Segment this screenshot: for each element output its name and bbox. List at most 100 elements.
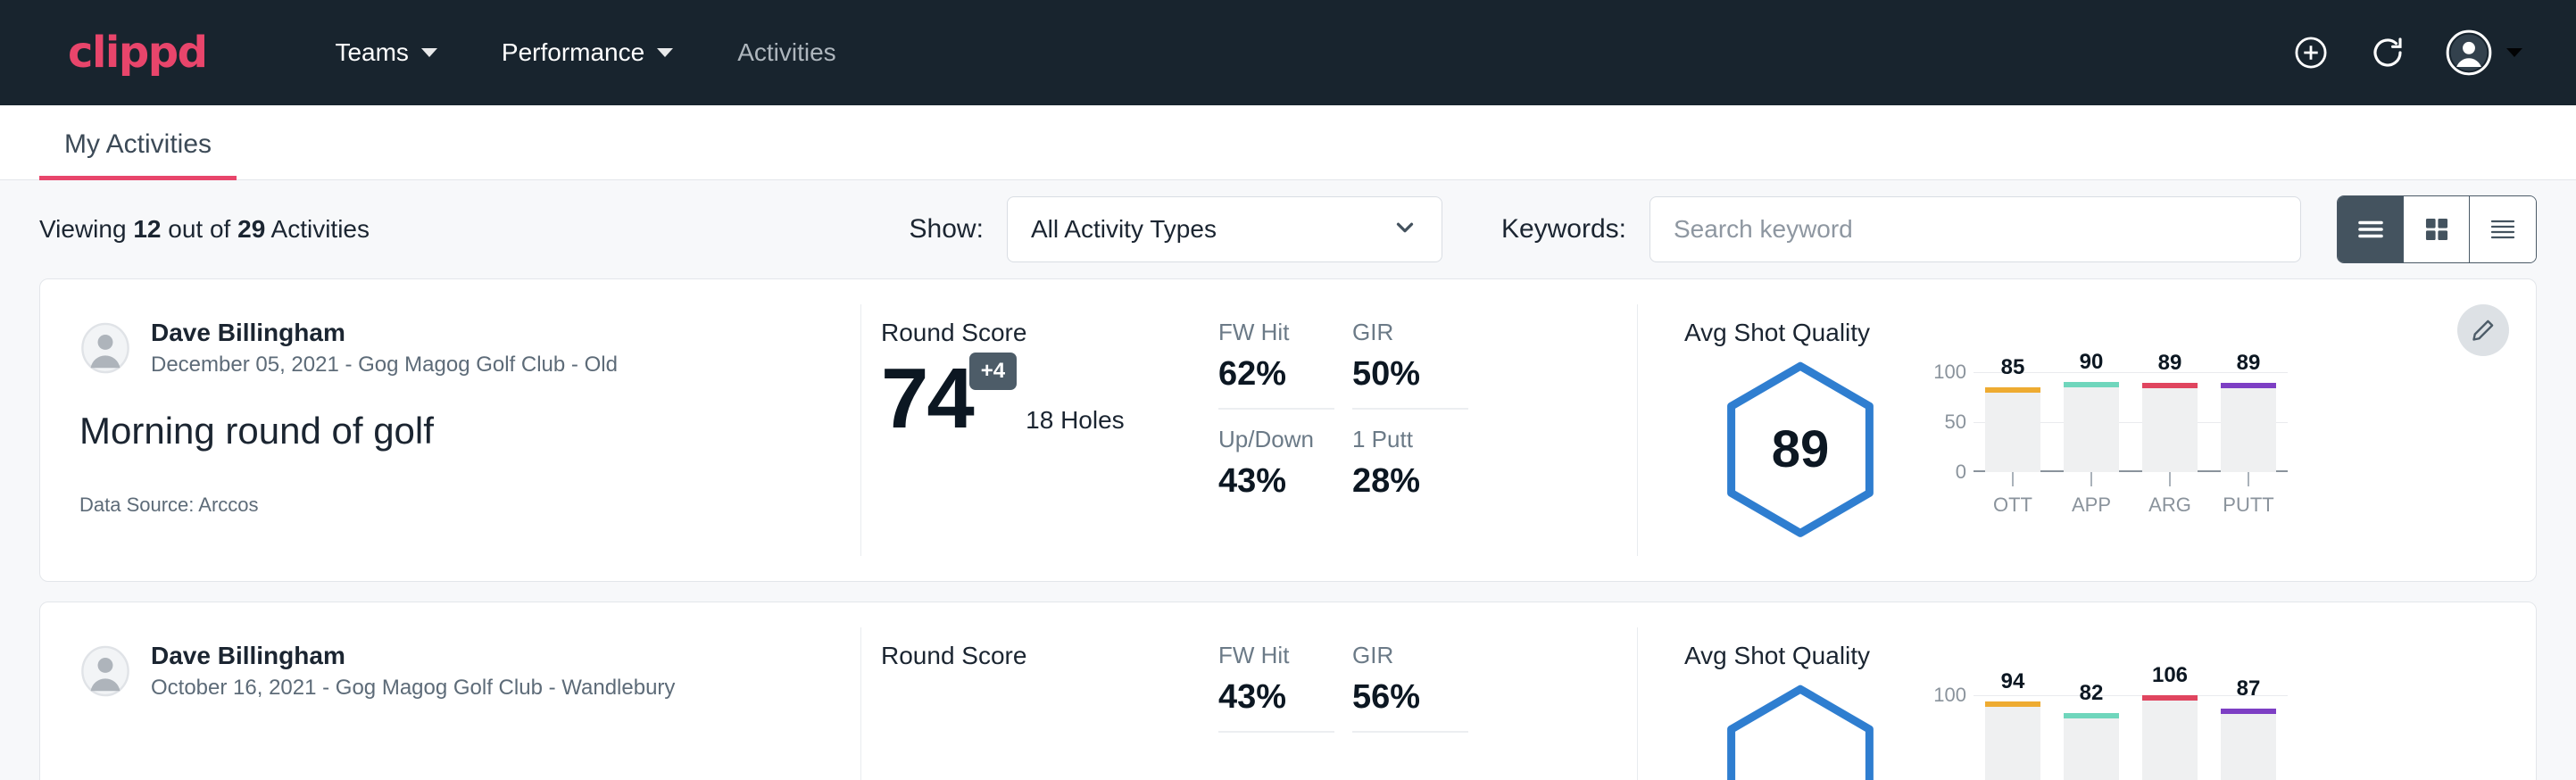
viewing-middle: out of (168, 215, 230, 243)
stat-gir-value: 50% (1352, 355, 1468, 394)
bar-cap (2221, 383, 2276, 388)
chart-bars: 948210687 (1974, 695, 2288, 780)
chart-bar-arg: 106 (2142, 695, 2198, 780)
nav-item-performance-label: Performance (502, 38, 644, 67)
filter-bar: Viewing 12 out of 29 Activities Show: Al… (0, 180, 2576, 278)
stats-column: FW Hit 62% GIR 50% Up/Down 43% 1 Putt 28… (1218, 279, 1638, 581)
nav-item-teams[interactable]: Teams (303, 38, 469, 67)
activity-subtitle: October 16, 2021 - Gog Magog Golf Club -… (151, 676, 675, 701)
refresh-icon[interactable] (2369, 34, 2406, 71)
viewing-total: 29 (237, 215, 265, 243)
pencil-icon (2470, 317, 2497, 344)
view-mode-compact-button[interactable] (2470, 196, 2536, 262)
stat-fw-hit: FW Hit 43% (1218, 642, 1334, 733)
account-avatar-icon (2446, 29, 2492, 76)
view-mode-list-button[interactable] (2338, 196, 2404, 262)
chart-bars: 85908989 (1974, 372, 2288, 472)
account-menu[interactable] (2446, 29, 2522, 76)
activity-subtitle: December 05, 2021 - Gog Magog Golf Club … (151, 353, 618, 378)
search-input[interactable] (1649, 196, 2301, 262)
chart-bar-putt: 89 (2221, 372, 2276, 472)
y-tick-50: 50 (1945, 411, 1966, 434)
stat-up-down-value: 43% (1218, 462, 1352, 501)
show-label: Show: (910, 214, 984, 245)
tab-bar: My Activities (0, 105, 2576, 180)
activity-info-column: Dave Billingham October 16, 2021 - Gog M… (40, 602, 861, 780)
round-score-value: 74 (881, 356, 973, 442)
keywords-label: Keywords: (1501, 214, 1626, 245)
x-tick-label-app: APP (2072, 494, 2111, 517)
avg-shot-quality-label: Avg Shot Quality (1684, 642, 2536, 670)
activity-card[interactable]: Dave Billingham October 16, 2021 - Gog M… (39, 602, 2537, 780)
x-tick-label-putt: PUTT (2223, 494, 2273, 517)
x-tick-mark (2090, 472, 2092, 486)
activity-author: Dave Billingham October 16, 2021 - Gog M… (79, 642, 861, 701)
stat-fw-hit-value: 43% (1218, 678, 1334, 717)
activity-card[interactable]: Dave Billingham December 05, 2021 - Gog … (39, 278, 2537, 582)
round-score-column: Round Score (861, 602, 1218, 780)
round-score-label: Round Score (881, 319, 1218, 347)
nav-item-activities[interactable]: Activities (705, 38, 868, 67)
bar-value-label: 87 (2221, 676, 2276, 701)
stat-gir: GIR 50% (1352, 319, 1468, 410)
view-mode-toggle-group (2337, 195, 2537, 263)
chevron-down-icon (421, 48, 437, 57)
activity-type-select[interactable]: All Activity Types (1007, 196, 1442, 262)
view-mode-grid-button[interactable] (2404, 196, 2470, 262)
shot-quality-bar-chart: 100 50 0 85908989 OTT APP (1916, 347, 2288, 517)
nav-item-performance[interactable]: Performance (469, 38, 705, 67)
shot-quality-bar-chart: 100 948210687 (1916, 670, 2288, 780)
nav-item-activities-label: Activities (737, 38, 835, 67)
chevron-down-icon (657, 48, 673, 57)
viewing-summary: Viewing 12 out of 29 Activities (39, 215, 370, 244)
chart-bar-ott: 94 (1985, 695, 2040, 780)
bar-cap (2221, 709, 2276, 714)
round-score-label: Round Score (881, 642, 1218, 670)
bar-value-label: 89 (2142, 351, 2198, 376)
stat-fw-hit-value: 62% (1218, 355, 1334, 394)
round-score-column: Round Score 74 +4 18 Holes (861, 279, 1218, 581)
bar-cap (2064, 713, 2119, 718)
bar-value-label: 90 (2064, 350, 2119, 375)
nav-actions (2292, 29, 2522, 76)
bar (2142, 383, 2198, 472)
shot-quality-value (1720, 683, 1881, 780)
stat-fw-hit: FW Hit 62% (1218, 319, 1334, 410)
tab-my-activities[interactable]: My Activities (39, 129, 237, 179)
edit-activity-button[interactable] (2457, 304, 2509, 356)
shot-quality-value: 89 (1720, 360, 1881, 538)
brand-logo[interactable]: clippd (68, 28, 206, 78)
bar (2142, 695, 2198, 780)
stat-fw-hit-label: FW Hit (1218, 642, 1334, 669)
stat-one-putt: 1 Putt 28% (1352, 426, 1513, 515)
bar-cap (1985, 387, 2040, 393)
bar (1985, 387, 2040, 472)
tab-my-activities-label: My Activities (64, 129, 212, 159)
bar-value-label: 94 (1985, 669, 2040, 694)
chart-y-axis: 100 (1916, 695, 1966, 780)
plus-circle-icon[interactable] (2292, 34, 2330, 71)
bar (2064, 382, 2119, 472)
x-tick-label-ott: OTT (1993, 494, 2032, 517)
filter-controls: Show: All Activity Types Keywords: (910, 195, 2537, 263)
avg-shot-quality-label: Avg Shot Quality (1684, 319, 2536, 347)
shot-quality-column: Avg Shot Quality 100 (1638, 602, 2536, 780)
chart-bar-ott: 85 (1985, 372, 2040, 472)
holes-label: 18 Holes (1026, 406, 1125, 435)
top-navbar: clippd Teams Performance Activities (0, 0, 2576, 105)
bar-cap (2064, 382, 2119, 387)
stat-gir-label: GIR (1352, 319, 1468, 346)
chart-bar-arg: 89 (2142, 372, 2198, 472)
bar-value-label: 89 (2221, 351, 2276, 376)
x-tick-label-arg: ARG (2148, 494, 2191, 517)
stat-one-putt-label: 1 Putt (1352, 426, 1513, 453)
bar-value-label: 82 (2064, 681, 2119, 706)
stat-gir: GIR 56% (1352, 642, 1468, 733)
activity-type-select-value: All Activity Types (1031, 215, 1217, 244)
stat-gir-value: 56% (1352, 678, 1468, 717)
shot-quality-hexagon: 89 (1720, 360, 1881, 538)
bar-value-label: 106 (2142, 663, 2198, 688)
bar-cap (2142, 695, 2198, 701)
stat-gir-label: GIR (1352, 642, 1468, 669)
bar-cap (2142, 383, 2198, 388)
